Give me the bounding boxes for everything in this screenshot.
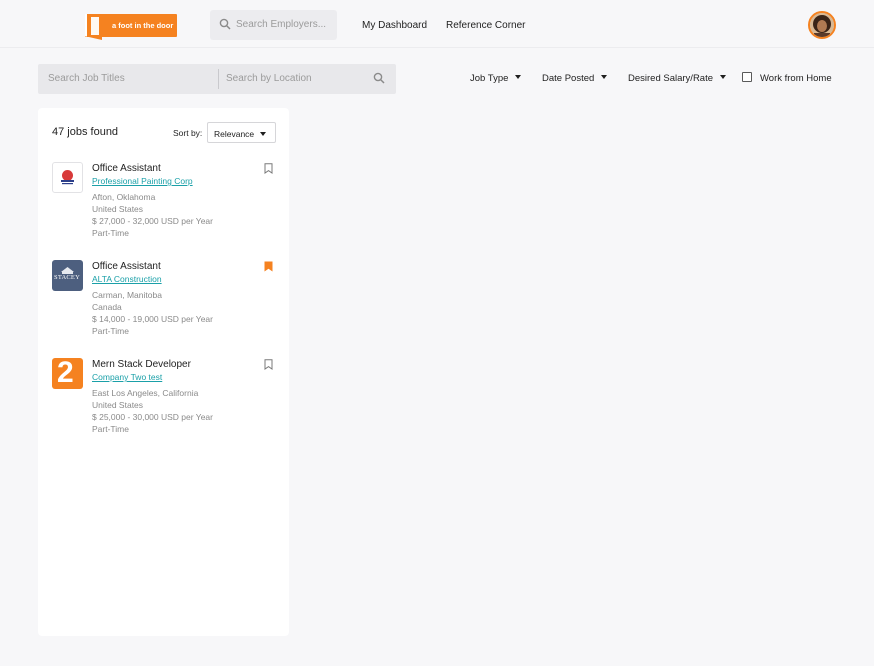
- date-posted-label: Date Posted: [542, 73, 595, 84]
- job-salary: $ 14,000 - 19,000 USD per Year: [92, 314, 213, 324]
- job-card[interactable]: STACEY Office Assistant ALTA Constructio…: [38, 260, 289, 350]
- company-link[interactable]: ALTA Construction: [92, 274, 162, 284]
- sort-value: Relevance: [214, 129, 255, 139]
- location-search-input[interactable]: Search by Location: [226, 73, 312, 84]
- user-avatar[interactable]: [808, 11, 836, 39]
- results-count: 47 jobs found: [52, 126, 119, 138]
- chevron-down-icon: [515, 75, 522, 79]
- work-from-home-label[interactable]: Work from Home: [760, 73, 832, 84]
- painting-corp-logo: [52, 162, 83, 193]
- job-city: East Los Angeles, California: [92, 388, 199, 398]
- company-two-logo: 2: [52, 358, 83, 389]
- nav-my-dashboard[interactable]: My Dashboard: [362, 20, 427, 31]
- job-title[interactable]: Mern Stack Developer: [92, 359, 191, 370]
- job-salary: $ 25,000 - 30,000 USD per Year: [92, 412, 213, 422]
- job-type-label: Job Type: [470, 73, 509, 84]
- work-from-home-checkbox[interactable]: [742, 72, 752, 82]
- job-title-search-input[interactable]: Search Job Titles: [48, 73, 125, 84]
- date-posted-dropdown[interactable]: Date Posted: [542, 73, 608, 84]
- bookmark-filled-icon[interactable]: [264, 261, 273, 272]
- job-type: Part-Time: [92, 424, 129, 434]
- salary-dropdown[interactable]: Desired Salary/Rate: [628, 73, 727, 84]
- door-icon: [85, 14, 102, 40]
- nav-reference-corner[interactable]: Reference Corner: [446, 20, 525, 31]
- stacey-logo-text: STACEY: [54, 274, 80, 281]
- job-type-dropdown[interactable]: Job Type: [470, 73, 522, 84]
- salary-label: Desired Salary/Rate: [628, 73, 714, 84]
- job-city: Afton, Oklahoma: [92, 192, 156, 202]
- job-country: United States: [92, 204, 144, 214]
- company-link[interactable]: Professional Painting Corp: [92, 176, 193, 186]
- top-navigation-bar: a foot in the door Search Employers... M…: [0, 0, 874, 48]
- job-card[interactable]: Office Assistant Professional Painting C…: [38, 162, 289, 252]
- brand-logo[interactable]: a foot in the door: [85, 14, 177, 40]
- sort-select[interactable]: Relevance: [207, 122, 276, 143]
- job-city: Carman, Manitoba: [92, 290, 162, 300]
- job-card[interactable]: 2 Mern Stack Developer Company Two test …: [38, 358, 289, 448]
- job-country: United States: [92, 400, 144, 410]
- job-title[interactable]: Office Assistant: [92, 261, 161, 272]
- employer-search-placeholder: Search Employers...: [236, 19, 327, 30]
- chevron-down-icon: [601, 75, 608, 79]
- search-icon: [219, 18, 231, 30]
- company-two-logo-text: 2: [57, 358, 74, 389]
- stacey-logo: STACEY: [52, 260, 83, 291]
- brand-logo-text: a foot in the door: [112, 21, 174, 30]
- job-type: Part-Time: [92, 228, 129, 238]
- bookmark-icon[interactable]: [264, 163, 273, 174]
- bookmark-icon[interactable]: [264, 359, 273, 370]
- job-title[interactable]: Office Assistant: [92, 163, 161, 174]
- job-salary: $ 27,000 - 32,000 USD per Year: [92, 216, 213, 226]
- company-link[interactable]: Company Two test: [92, 372, 162, 382]
- job-country: Canada: [92, 302, 122, 312]
- results-panel: 47 jobs found Sort by: Relevance Office …: [38, 108, 289, 636]
- job-type: Part-Time: [92, 326, 129, 336]
- avatar-image: [810, 13, 834, 37]
- search-divider: [218, 69, 219, 89]
- sort-by-label: Sort by:: [173, 128, 203, 138]
- job-search-bar: Search Job Titles Search by Location: [38, 64, 396, 94]
- chevron-down-icon: [260, 132, 266, 136]
- chevron-down-icon: [720, 75, 727, 79]
- employer-search-input[interactable]: Search Employers...: [210, 10, 337, 40]
- search-icon[interactable]: [373, 72, 385, 84]
